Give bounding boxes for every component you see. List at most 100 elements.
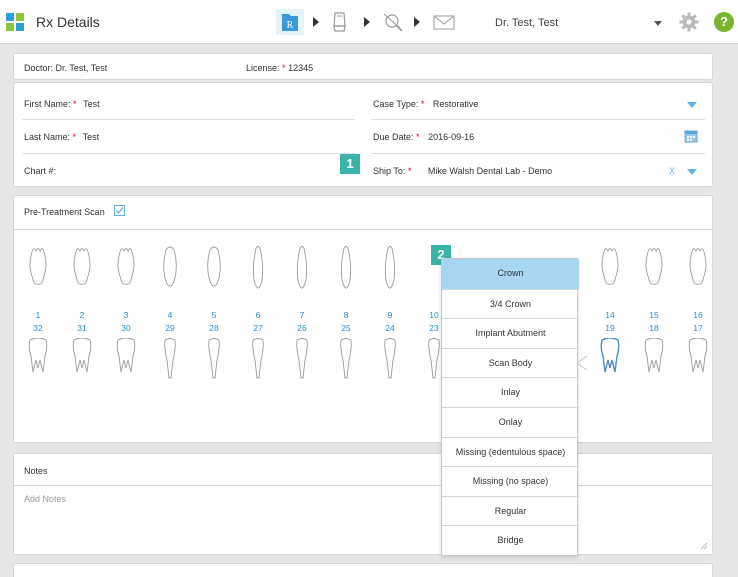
tooth-upper-7-icon[interactable] [290, 246, 314, 292]
model-tools-icon [383, 13, 403, 32]
step-badge-1: 1 [340, 154, 360, 174]
required-mark: * [416, 132, 420, 142]
tooth-upper-5-icon[interactable] [202, 246, 226, 292]
tooth-number-lower: 27 [253, 323, 263, 333]
tooth-number-lower: 17 [693, 323, 703, 333]
notes-card: Notes Add Notes [13, 453, 713, 555]
license-field: License: * 12345 [246, 63, 313, 73]
required-mark: * [72, 132, 77, 142]
tooth-number-upper: 7 [299, 310, 305, 320]
doctor-field: Doctor: Dr. Test, Test [24, 63, 107, 73]
tooth-upper-15-icon[interactable] [642, 246, 666, 292]
menu-item-option[interactable]: 3/4 Crown [442, 288, 579, 319]
tooth-chart-card: Pre-Treatment Scan 1 2 3 4 5 6 7 8 9 10 14 15 16 32 31… [13, 195, 713, 443]
tooth-number-lower: 30 [121, 323, 131, 333]
workflow-step-send[interactable] [431, 10, 457, 34]
menu-item-option[interactable]: Scan Body [442, 347, 579, 378]
last-name-label: Last Name: [24, 132, 71, 142]
menu-item-option[interactable]: Inlay [442, 377, 579, 407]
ship-to-field[interactable]: Ship To: * Mike Walsh Dental Lab - Demo [373, 166, 552, 176]
license-value: 12345 [288, 63, 314, 73]
tooth-number-upper: 14 [605, 310, 615, 320]
tooth-number-lower: 32 [33, 323, 43, 333]
divider [22, 119, 355, 120]
chart-number-label: Chart #: [24, 166, 57, 176]
tooth-number-lower: 26 [297, 323, 307, 333]
menu-item-option[interactable]: Regular [442, 495, 579, 526]
tooth-lower-18-icon[interactable] [642, 338, 666, 382]
calendar-icon[interactable] [684, 129, 698, 143]
envelope-icon [433, 15, 455, 30]
tooth-upper-8-icon[interactable] [334, 246, 358, 292]
tooth-lower-29-icon[interactable] [158, 338, 182, 382]
first-name-label: First Name: [24, 99, 71, 109]
user-menu-caret-icon[interactable] [654, 21, 662, 26]
rx-document-icon: R [282, 14, 298, 31]
gear-icon[interactable] [679, 12, 699, 32]
tooth-upper-3-icon[interactable] [114, 246, 138, 292]
tooth-upper-16-icon[interactable] [686, 246, 710, 292]
ship-to-label: Ship To: [373, 166, 406, 176]
case-type-dropdown-icon[interactable] [687, 102, 697, 108]
tooth-number-upper: 5 [211, 310, 217, 320]
tooth-lower-30-icon[interactable] [114, 338, 138, 382]
ship-to-clear-button[interactable]: X [669, 166, 675, 176]
help-button[interactable]: ? [714, 12, 734, 32]
ship-to-dropdown-icon[interactable] [687, 169, 697, 175]
tooth-number-lower: 25 [341, 323, 351, 333]
tooth-number-upper: 2 [79, 310, 85, 320]
tooth-number-upper: 1 [35, 310, 41, 320]
tooth-upper-9-icon[interactable] [378, 246, 402, 292]
tooth-lower-28-icon[interactable] [202, 338, 226, 382]
scan-tooth-icon [333, 12, 346, 32]
tooth-upper-2-icon[interactable] [70, 246, 94, 292]
required-mark: * [282, 63, 286, 73]
rx-step-label: R [287, 20, 294, 31]
tooth-number-upper: 15 [649, 310, 659, 320]
first-name-value[interactable]: Test [83, 99, 100, 109]
restoration-type-menu: Crown 3/4 Crown Implant Abutment Scan Body I… [441, 258, 579, 556]
tooth-lower-27-icon[interactable] [246, 338, 270, 382]
menu-item-option[interactable]: Onlay [442, 407, 579, 437]
menu-item-option[interactable]: Crown [442, 259, 579, 289]
bottom-card [13, 563, 713, 577]
user-name[interactable]: Dr. Test, Test [495, 17, 558, 29]
workflow-step-scan[interactable] [328, 10, 352, 34]
divider [371, 119, 705, 120]
tooth-lower-17-icon[interactable] [686, 338, 710, 382]
ship-to-value[interactable]: Mike Walsh Dental Lab - Demo [428, 166, 552, 176]
workflow-step-rx[interactable]: R [276, 9, 304, 35]
tooth-lower-26-icon[interactable] [290, 338, 314, 382]
tooth-number-lower: 29 [165, 323, 175, 333]
case-type-field[interactable]: Case Type: * Restorative [373, 99, 478, 109]
doctor-value: Dr. Test, Test [55, 63, 108, 73]
workflow-step-tools[interactable] [380, 10, 406, 34]
top-bar: Rx Details R Dr. Test, Test ? [0, 0, 738, 44]
tooth-number-upper: 6 [255, 310, 261, 320]
tooth-upper-14-icon[interactable] [598, 246, 622, 292]
notes-input[interactable]: Add Notes [24, 494, 66, 504]
tooth-lower-24-icon[interactable] [378, 338, 402, 382]
last-name-field[interactable]: Last Name: * Test [24, 132, 99, 142]
tooth-lower-32-icon[interactable] [26, 338, 50, 382]
last-name-value[interactable]: Test [83, 132, 100, 142]
menu-item-option[interactable]: Missing (edentulous space) [442, 436, 579, 467]
tooth-lower-25-icon[interactable] [334, 338, 358, 382]
resize-handle-icon[interactable] [700, 542, 708, 550]
app-logo-icon [6, 13, 24, 31]
due-date-value[interactable]: 2016-09-16 [428, 132, 474, 142]
menu-item-option[interactable]: Implant Abutment [442, 318, 579, 348]
tooth-upper-4-icon[interactable] [158, 246, 182, 292]
due-date-field[interactable]: Due Date: * 2016-09-16 [373, 132, 474, 142]
tooth-lower-19-icon[interactable] [598, 338, 622, 382]
menu-item-option[interactable]: Missing (no space) [442, 466, 579, 496]
doctor-info-card: Doctor: Dr. Test, Test License: * 12345 [13, 53, 713, 80]
tooth-upper-6-icon[interactable] [246, 246, 270, 292]
tooth-lower-31-icon[interactable] [70, 338, 94, 382]
tooth-upper-1-icon[interactable] [26, 246, 50, 292]
tooth-chart: 1 2 3 4 5 6 7 8 9 10 14 15 16 32 31 30 29 28 27 26 25 24 23 19 1… [14, 196, 712, 442]
menu-item-option[interactable]: Bridge [442, 525, 579, 555]
chart-number-field[interactable]: Chart #: [24, 166, 56, 176]
case-type-value[interactable]: Restorative [433, 99, 479, 109]
first-name-field[interactable]: First Name: * Test [24, 99, 100, 109]
